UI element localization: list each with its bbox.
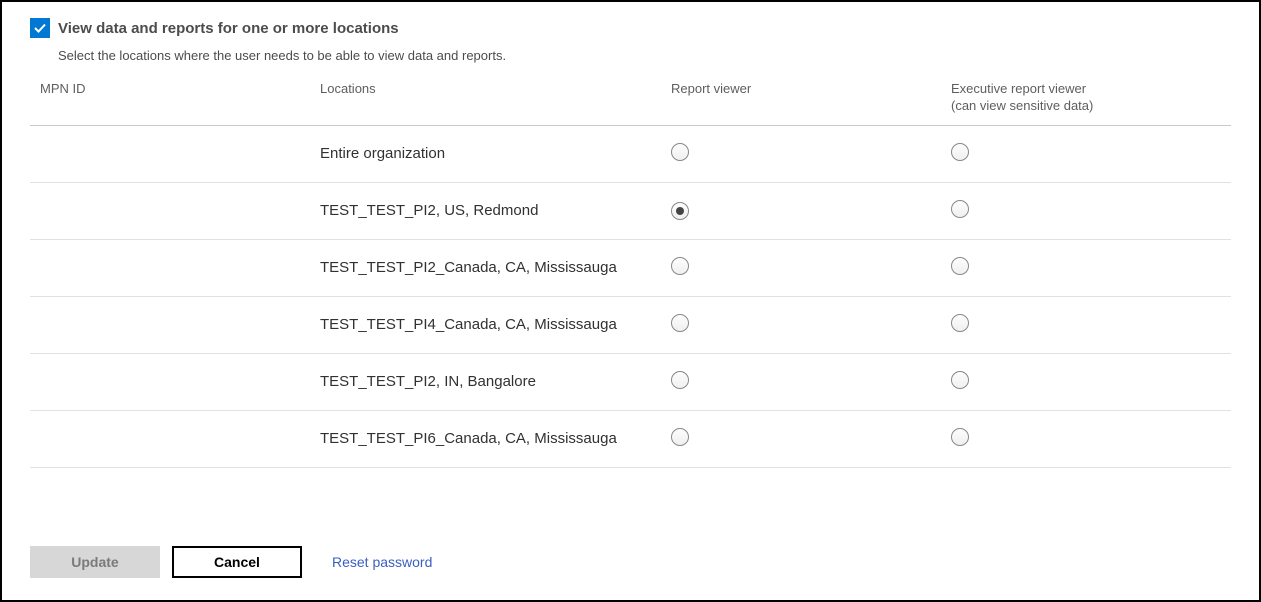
cell-location: TEST_TEST_PI6_Canada, CA, Mississauga — [320, 430, 671, 447]
table-row: TEST_TEST_PI2, US, Redmond — [30, 183, 1231, 240]
report-viewer-radio[interactable] — [671, 202, 689, 220]
header-exec-viewer-line2: (can view sensitive data) — [951, 98, 1093, 113]
cell-location: TEST_TEST_PI2, US, Redmond — [320, 202, 671, 219]
cell-exec-viewer — [951, 143, 1231, 164]
exec-viewer-radio[interactable] — [951, 428, 969, 446]
cell-location: TEST_TEST_PI4_Canada, CA, Mississauga — [320, 316, 671, 333]
table-row: TEST_TEST_PI6_Canada, CA, Mississauga — [30, 411, 1231, 468]
reset-password-link[interactable]: Reset password — [332, 554, 432, 570]
update-button[interactable]: Update — [30, 546, 160, 578]
exec-viewer-radio[interactable] — [951, 314, 969, 332]
section-header: View data and reports for one or more lo… — [30, 18, 1231, 38]
locations-table: MPN ID Locations Report viewer Executive… — [30, 77, 1231, 468]
cell-location: Entire organization — [320, 145, 671, 162]
cell-report-viewer — [671, 257, 951, 278]
header-report-viewer: Report viewer — [671, 81, 951, 115]
cell-exec-viewer — [951, 428, 1231, 449]
header-locations: Locations — [320, 81, 671, 115]
cell-exec-viewer — [951, 200, 1231, 221]
cell-report-viewer — [671, 202, 951, 220]
cell-report-viewer — [671, 143, 951, 164]
report-viewer-radio[interactable] — [671, 257, 689, 275]
checkmark-icon — [33, 21, 47, 35]
cell-report-viewer — [671, 428, 951, 449]
cell-location: TEST_TEST_PI2, IN, Bangalore — [320, 373, 671, 390]
table-row: TEST_TEST_PI2_Canada, CA, Mississauga — [30, 240, 1231, 297]
exec-viewer-radio[interactable] — [951, 143, 969, 161]
table-body: Entire organization TEST_TEST_PI2, US, Re… — [30, 126, 1231, 468]
header-exec-viewer-line1: Executive report viewer — [951, 81, 1086, 96]
view-data-checkbox[interactable] — [30, 18, 50, 38]
table-row: TEST_TEST_PI4_Canada, CA, Mississauga — [30, 297, 1231, 354]
table-header: MPN ID Locations Report viewer Executive… — [30, 77, 1231, 126]
cell-report-viewer — [671, 371, 951, 392]
section-title: View data and reports for one or more lo… — [58, 20, 399, 37]
cell-exec-viewer — [951, 257, 1231, 278]
exec-viewer-radio[interactable] — [951, 200, 969, 218]
exec-viewer-radio[interactable] — [951, 371, 969, 389]
cell-report-viewer — [671, 314, 951, 335]
report-viewer-radio[interactable] — [671, 371, 689, 389]
cell-exec-viewer — [951, 314, 1231, 335]
section-subtitle: Select the locations where the user need… — [58, 48, 1231, 63]
report-viewer-radio[interactable] — [671, 314, 689, 332]
cell-location: TEST_TEST_PI2_Canada, CA, Mississauga — [320, 259, 671, 276]
table-row: Entire organization — [30, 126, 1231, 183]
report-viewer-radio[interactable] — [671, 143, 689, 161]
cell-exec-viewer — [951, 371, 1231, 392]
footer-actions: Update Cancel Reset password — [30, 546, 432, 578]
header-mpn: MPN ID — [30, 81, 320, 115]
exec-viewer-radio[interactable] — [951, 257, 969, 275]
header-exec-viewer: Executive report viewer (can view sensit… — [951, 81, 1231, 115]
report-viewer-radio[interactable] — [671, 428, 689, 446]
permissions-panel: View data and reports for one or more lo… — [0, 0, 1261, 602]
table-row: TEST_TEST_PI2, IN, Bangalore — [30, 354, 1231, 411]
cancel-button[interactable]: Cancel — [172, 546, 302, 578]
